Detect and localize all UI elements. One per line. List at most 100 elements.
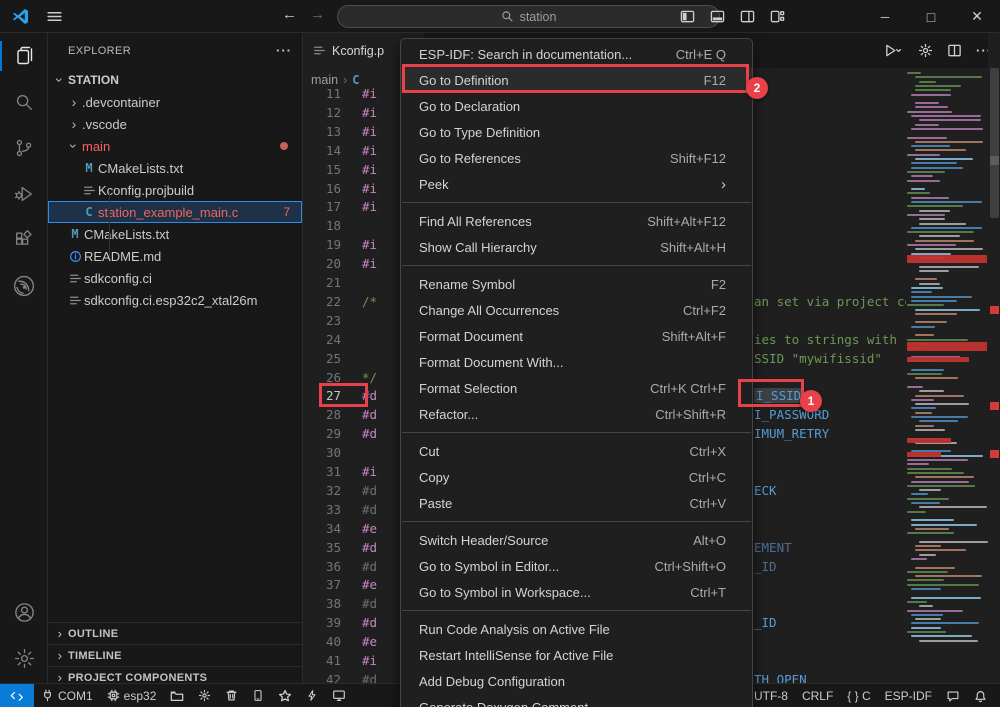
status-device[interactable] (245, 684, 271, 707)
code-line-31: 31#i (303, 462, 377, 481)
status-esp-idf[interactable]: ESP-IDF (878, 684, 939, 707)
tree-item-sdkconfig-ci-esp32c2-xtal26m[interactable]: sdkconfig.ci.esp32c2_xtal26m (48, 289, 302, 311)
split-editor-icon[interactable] (947, 43, 962, 58)
menu-item-label: Change All Occurrences (419, 303, 559, 318)
status-utf-8[interactable]: UTF-8 (747, 684, 795, 707)
tree-item-station[interactable]: ›STATION (48, 69, 302, 91)
menu-item-generate-doxygen-comment[interactable]: Generate Doxygen Comment (401, 694, 752, 707)
explorer-icon[interactable] (0, 33, 48, 79)
gear-icon[interactable] (918, 43, 933, 58)
menu-item-go-to-declaration[interactable]: Go to Declaration (401, 93, 752, 119)
menu-item-find-all-references[interactable]: Find All ReferencesShift+Alt+F12 (401, 208, 752, 234)
toggle-secondary-sidebar-icon[interactable] (740, 9, 755, 24)
menu-item-esp-idf-search-in-documentation[interactable]: ESP-IDF: Search in documentation...Ctrl+… (401, 41, 752, 67)
menu-hamburger-icon[interactable] (46, 8, 63, 25)
scrollbar-thumb[interactable] (990, 68, 999, 218)
menu-item-format-document-with[interactable]: Format Document With... (401, 349, 752, 375)
code-text: #i (362, 464, 377, 479)
menu-item-rename-symbol[interactable]: Rename SymbolF2 (401, 271, 752, 297)
run-debug-icon[interactable] (0, 171, 48, 217)
run-dropdown-icon[interactable] (880, 43, 904, 58)
code-text: _ID (754, 615, 777, 630)
menu-item-copy[interactable]: CopyCtrl+C (401, 464, 752, 490)
menu-item-label: Go to Type Definition (419, 125, 540, 140)
code-text: IMUM_RETRY (754, 426, 829, 441)
menu-item-go-to-type-definition[interactable]: Go to Type Definition (401, 119, 752, 145)
menu-item-change-all-occurrences[interactable]: Change All OccurrencesCtrl+F2 (401, 297, 752, 323)
status-crlf[interactable]: CRLF (795, 684, 840, 707)
tree-item-cmakelists-txt[interactable]: MCMakeLists.txt (48, 223, 302, 245)
status--c[interactable]: { } C (840, 684, 877, 707)
chevron-down-icon: › (66, 138, 82, 154)
line-number: 38 (303, 596, 362, 611)
maximize-button[interactable]: □ (908, 0, 954, 33)
menu-item-cut[interactable]: CutCtrl+X (401, 438, 752, 464)
tree-item-label: Kconfig.projbuild (98, 183, 194, 198)
settings-icon[interactable] (0, 635, 48, 681)
menu-item-go-to-symbol-in-editor[interactable]: Go to Symbol in Editor...Ctrl+Shift+O (401, 553, 752, 579)
menu-item-peek[interactable]: Peek› (401, 171, 752, 197)
tree-item-cmakelists-txt[interactable]: MCMakeLists.txt (48, 157, 302, 179)
search-icon[interactable] (0, 79, 48, 125)
menu-item-go-to-references[interactable]: Go to ReferencesShift+F12 (401, 145, 752, 171)
tree-item-readme-md[interactable]: README.md (48, 245, 302, 267)
menu-item-add-debug-configuration[interactable]: Add Debug Configuration (401, 668, 752, 694)
status-star[interactable] (271, 684, 299, 707)
status-lightning[interactable] (299, 684, 325, 707)
toggle-sidebar-icon[interactable] (680, 9, 695, 24)
close-button[interactable]: ✕ (954, 0, 1000, 33)
menu-item-paste[interactable]: PasteCtrl+V (401, 490, 752, 516)
esp-idf-icon[interactable] (0, 263, 48, 309)
status-remote[interactable] (0, 684, 34, 707)
menu-item-restart-intellisense-for-active-file[interactable]: Restart IntelliSense for Active File (401, 642, 752, 668)
section-outline[interactable]: ›OUTLINE (48, 622, 302, 644)
line-number: 27 (303, 388, 362, 403)
status-com1[interactable]: COM1 (34, 684, 100, 707)
toggle-panel-icon[interactable] (710, 9, 725, 24)
status-bell[interactable] (967, 684, 994, 707)
code-text: ies to strings with (754, 332, 897, 347)
list-file-icon (66, 272, 84, 285)
menu-item-switch-header-source[interactable]: Switch Header/SourceAlt+O (401, 527, 752, 553)
submenu-arrow-icon: › (721, 176, 726, 193)
account-icon[interactable] (0, 589, 48, 635)
source-control-icon[interactable] (0, 125, 48, 171)
menu-item-show-call-hierarchy[interactable]: Show Call HierarchyShift+Alt+H (401, 234, 752, 260)
extensions-icon[interactable] (0, 217, 48, 263)
menu-item-go-to-symbol-in-workspace[interactable]: Go to Symbol in Workspace...Ctrl+T (401, 579, 752, 605)
code-text: #i (362, 653, 377, 668)
minimize-button[interactable]: ─ (862, 0, 908, 33)
menu-item-shortcut: Alt+O (693, 533, 726, 548)
menu-item-refactor[interactable]: Refactor...Ctrl+Shift+R (401, 401, 752, 427)
search-input[interactable]: station (337, 5, 720, 28)
menu-item-format-selection[interactable]: Format SelectionCtrl+K Ctrl+F (401, 375, 752, 401)
menu-item-format-document[interactable]: Format DocumentShift+Alt+F (401, 323, 752, 349)
tree-item--vscode[interactable]: ›.vscode (48, 113, 302, 135)
status-feedback[interactable] (939, 684, 967, 707)
tree-item-main[interactable]: ›main (48, 135, 302, 157)
breadcrumb-folder[interactable]: main (311, 73, 338, 87)
nav-back-icon[interactable]: ← (282, 6, 297, 23)
info-file-icon (66, 250, 84, 263)
menu-item-shortcut: Shift+F12 (670, 151, 726, 166)
status-esp32[interactable]: esp32 (100, 684, 164, 707)
tree-item-sdkconfig-ci[interactable]: sdkconfig.ci (48, 267, 302, 289)
tree-item-station-example-main-c[interactable]: Cstation_example_main.c7 (48, 201, 302, 223)
section-timeline[interactable]: ›TIMELINE (48, 644, 302, 666)
sidebar-more-icon[interactable]: ··· (276, 43, 292, 58)
menu-item-go-to-definition[interactable]: Go to DefinitionF12 (401, 67, 752, 93)
status-gear[interactable] (191, 684, 218, 707)
code-text: _ID (754, 559, 777, 574)
status-flash-folder[interactable] (163, 684, 191, 707)
customize-layout-icon[interactable] (770, 9, 785, 24)
code-line-28: 28#d (303, 405, 377, 424)
menu-item-run-code-analysis-on-active-file[interactable]: Run Code Analysis on Active File (401, 616, 752, 642)
status-trash[interactable] (218, 684, 245, 707)
ruler-match-mark (990, 402, 999, 410)
breadcrumb[interactable]: main › C (311, 70, 360, 90)
tree-item--devcontainer[interactable]: ›.devcontainer (48, 91, 302, 113)
minimap[interactable] (905, 66, 988, 666)
status-monitor[interactable] (325, 684, 353, 707)
section-label: OUTLINE (68, 628, 118, 640)
tree-item-kconfig-projbuild[interactable]: Kconfig.projbuild (48, 179, 302, 201)
